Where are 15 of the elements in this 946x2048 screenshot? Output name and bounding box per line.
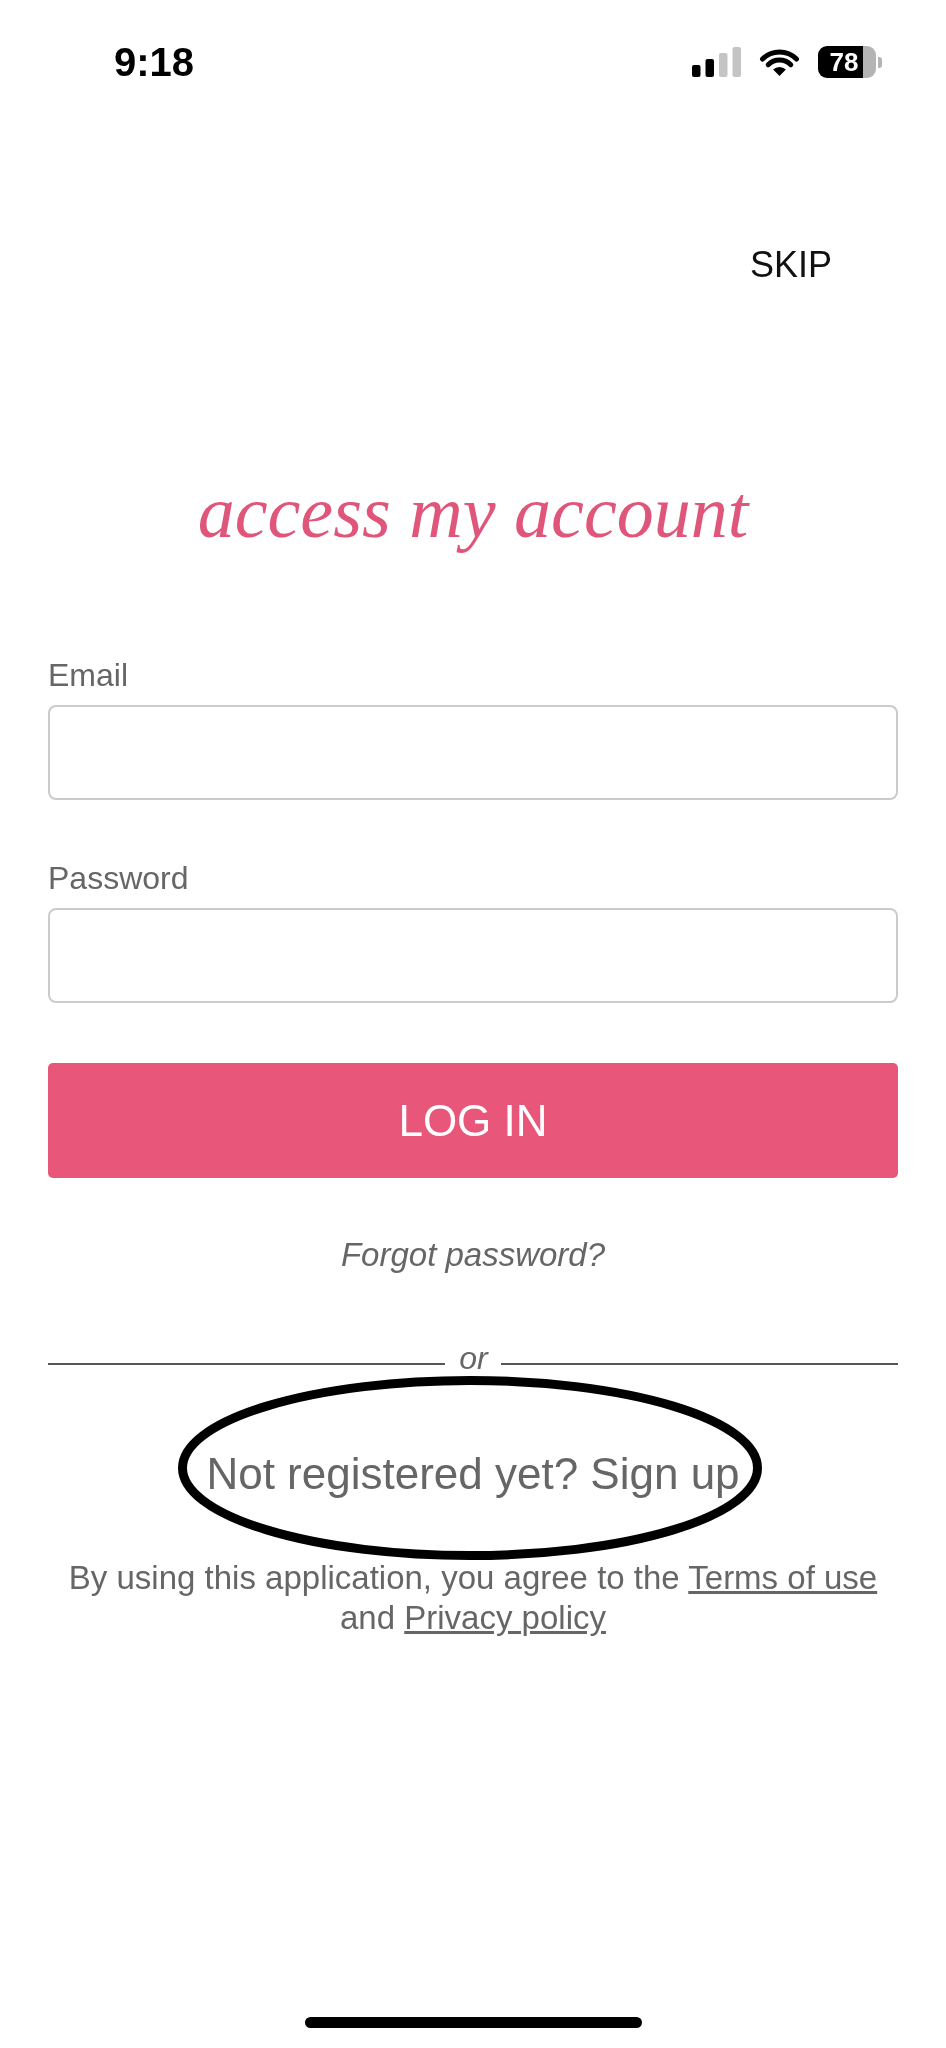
forgot-password-link[interactable]: Forgot password? [340, 1238, 606, 1271]
terms-notice: By using this application, you agree to the Terms of use and Privacy policy [67, 1558, 879, 1638]
wifi-icon [759, 47, 800, 77]
skip-button[interactable]: SKIP [739, 237, 842, 293]
input-field[interactable] [48, 705, 898, 800]
privacy-policy-link[interactable]: Privacy policy [404, 1599, 606, 1636]
signal-icon [692, 47, 741, 77]
terms-of-use-link[interactable]: Terms of use [688, 1559, 878, 1596]
battery-indicator: 78 [818, 46, 882, 78]
input-field[interactable] [48, 908, 898, 1003]
field-label: Password [48, 862, 189, 894]
log-in-button[interactable]: LOG IN [48, 1063, 898, 1178]
divider-label: or [459, 1342, 488, 1374]
status-time: 9:18 [114, 42, 195, 82]
field-label: Email [48, 659, 128, 691]
